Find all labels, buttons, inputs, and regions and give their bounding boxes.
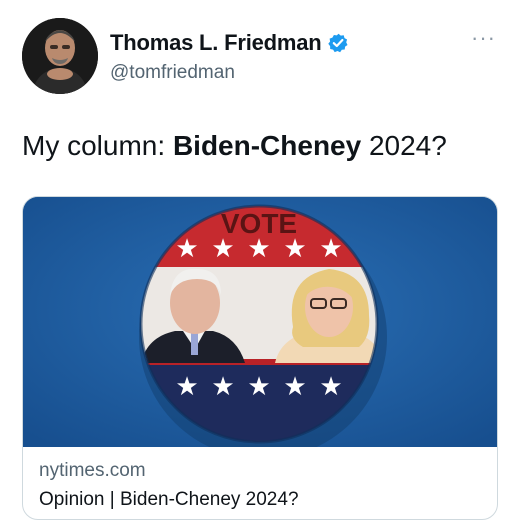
author-display-name[interactable]: Thomas L. Friedman (110, 30, 322, 56)
svg-text:★: ★ (211, 234, 234, 264)
svg-text:★: ★ (319, 372, 342, 402)
author-names: Thomas L. Friedman @tomfriedman (110, 30, 348, 84)
tweet-text: My column: Biden-Cheney 2024? (22, 128, 447, 164)
tweet-text-bold: Biden-Cheney (172, 130, 362, 161)
svg-text:★: ★ (247, 234, 270, 264)
card-title[interactable]: Opinion | Biden-Cheney 2024? (39, 487, 299, 513)
svg-text:★: ★ (247, 372, 270, 402)
svg-text:★: ★ (283, 234, 306, 264)
tweet-header: Thomas L. Friedman @tomfriedman ··· (22, 18, 502, 94)
svg-text:★: ★ (211, 372, 234, 402)
verified-badge-icon (327, 33, 348, 53)
svg-text:★: ★ (283, 372, 306, 402)
svg-text:★: ★ (319, 234, 342, 264)
more-options-icon[interactable]: ··· (471, 27, 496, 49)
link-card[interactable]: VOTE ★ ★ ★ ★ ★ ★ ★ ★ ★ ★ nytimes.com Opi… (22, 196, 498, 520)
svg-text:★: ★ (175, 372, 198, 402)
tweet-text-prefix: My column: (22, 130, 173, 161)
card-image[interactable]: VOTE ★ ★ ★ ★ ★ ★ ★ ★ ★ ★ (23, 197, 497, 447)
svg-text:★: ★ (175, 234, 198, 264)
card-meta: nytimes.com Opinion | Biden-Cheney 2024? (39, 459, 299, 513)
author-handle[interactable]: @tomfriedman (110, 62, 348, 84)
avatar[interactable] (22, 18, 98, 94)
tweet-text-suffix: 2024? (361, 130, 447, 161)
tweet: Thomas L. Friedman @tomfriedman ··· My c… (0, 0, 520, 520)
card-domain: nytimes.com (39, 460, 146, 481)
